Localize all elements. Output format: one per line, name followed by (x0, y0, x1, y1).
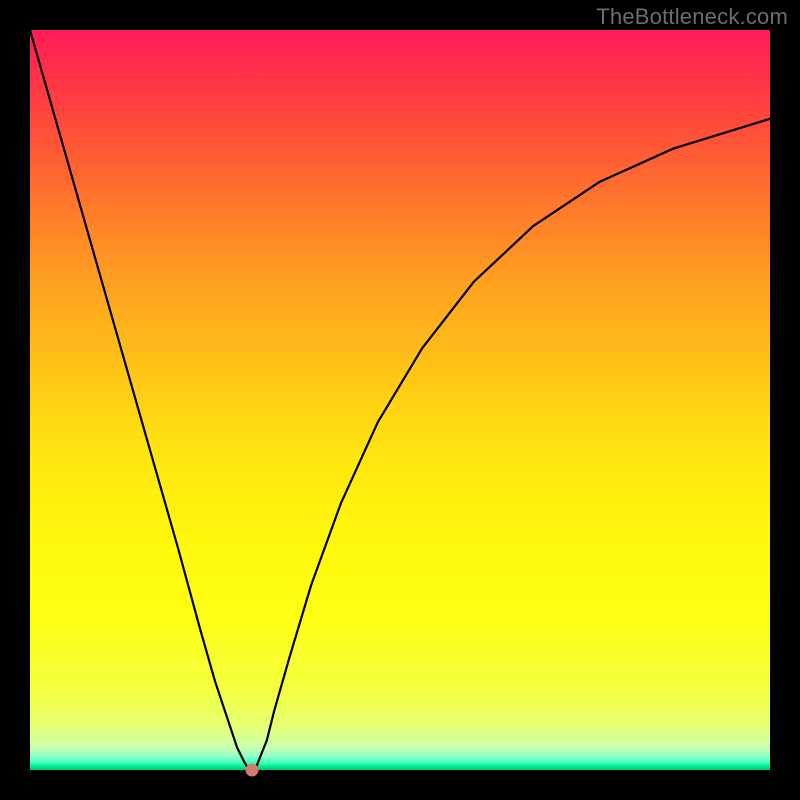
watermark-text: TheBottleneck.com (596, 4, 788, 30)
chart-frame: TheBottleneck.com (0, 0, 800, 800)
plot-area (30, 30, 770, 770)
bottleneck-curve (30, 30, 770, 770)
optimum-marker (246, 764, 259, 777)
